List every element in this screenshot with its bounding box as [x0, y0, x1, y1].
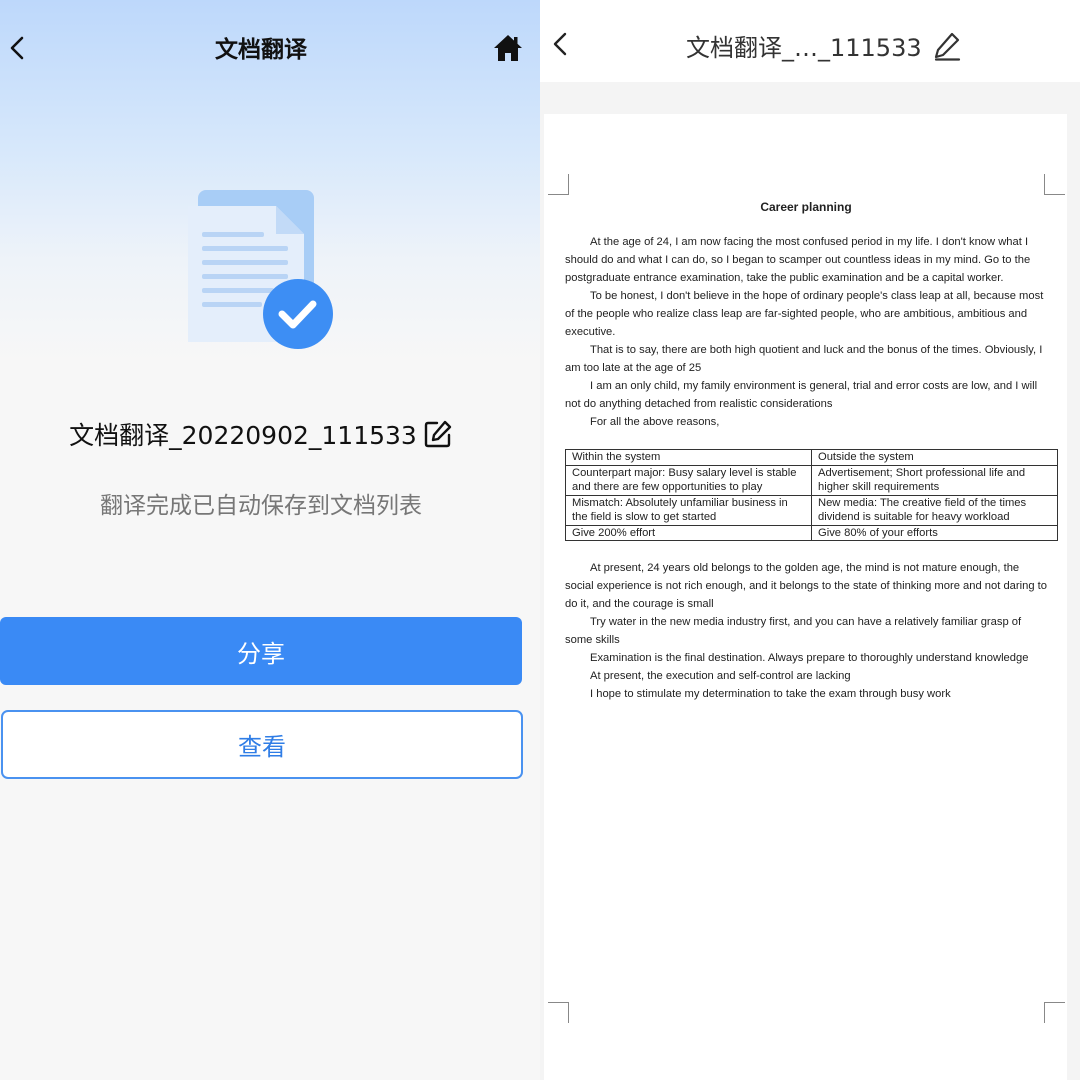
view-button[interactable]: 查看: [1, 710, 523, 779]
result-screen: 文档翻译 文档翻译_20220902_111533 翻译完成已自动保存到文档列表…: [0, 0, 540, 1080]
file-name-row: 文档翻译_20220902_111533: [0, 416, 522, 452]
table-cell: Mismatch: Absolutely unfamiliar business…: [565, 494, 812, 526]
back-arrow-icon[interactable]: [546, 26, 576, 62]
document-content: Career planning At the age of 24, I am n…: [565, 198, 1058, 703]
comparison-table: Within the system Outside the system Cou…: [565, 449, 1058, 541]
document-preview-screen: 文档翻译_…_111533 Career planning At the age…: [540, 0, 1080, 1080]
table-cell: Outside the system: [811, 449, 1058, 466]
paragraph: That is to say, there are both high quot…: [565, 344, 1043, 374]
preview-header: 文档翻译_…_111533: [540, 0, 1080, 82]
paragraph: For all the above reasons,: [590, 416, 720, 428]
document-page[interactable]: Career planning At the age of 24, I am n…: [544, 114, 1067, 1080]
table-row: Counterpart major: Busy salary level is …: [565, 464, 1058, 496]
page-corner-mark: [548, 174, 569, 195]
table-cell: Advertisement; Short professional life a…: [811, 464, 1058, 496]
edit-icon[interactable]: [423, 419, 453, 449]
preview-title-row: 文档翻译_…_111533: [686, 28, 962, 63]
home-icon[interactable]: [492, 32, 524, 64]
paragraph: Examination is the final destination. Al…: [590, 652, 1029, 664]
table-row: Give 200% effort Give 80% of your effort…: [565, 524, 1058, 541]
document-success-icon: [188, 190, 333, 349]
paragraph: At present, 24 years old belongs to the …: [565, 562, 1047, 610]
table-row: Within the system Outside the system: [565, 449, 1058, 466]
file-name: 文档翻译_20220902_111533: [69, 421, 417, 450]
page-title: 文档翻译: [215, 37, 307, 63]
paragraph: At present, the execution and self-contr…: [590, 670, 851, 682]
paragraph: To be honest, I don't believe in the hop…: [565, 290, 1044, 338]
table-cell: Within the system: [565, 449, 812, 466]
table-row: Mismatch: Absolutely unfamiliar business…: [565, 494, 1058, 526]
paragraph: I hope to stimulate my determination to …: [590, 688, 951, 700]
pencil-icon[interactable]: [932, 31, 962, 61]
status-message: 翻译完成已自动保存到文档列表: [100, 493, 422, 519]
preview-title: 文档翻译_…_111533: [686, 34, 922, 62]
page-corner-mark: [1044, 174, 1065, 195]
paragraph: At the age of 24, I am now facing the mo…: [565, 236, 1031, 284]
table-cell: New media: The creative field of the tim…: [811, 494, 1058, 526]
table-cell: Give 80% of your efforts: [811, 524, 1058, 541]
table-cell: Counterpart major: Busy salary level is …: [565, 464, 812, 496]
document-heading: Career planning: [760, 200, 852, 214]
paragraph: I am an only child, my family environmen…: [565, 380, 1038, 410]
page-corner-mark: [1044, 1002, 1065, 1023]
table-cell: Give 200% effort: [565, 524, 812, 541]
paragraph: Try water in the new media industry firs…: [565, 616, 1022, 646]
share-button[interactable]: 分享: [0, 617, 522, 685]
page-corner-mark: [548, 1002, 569, 1023]
